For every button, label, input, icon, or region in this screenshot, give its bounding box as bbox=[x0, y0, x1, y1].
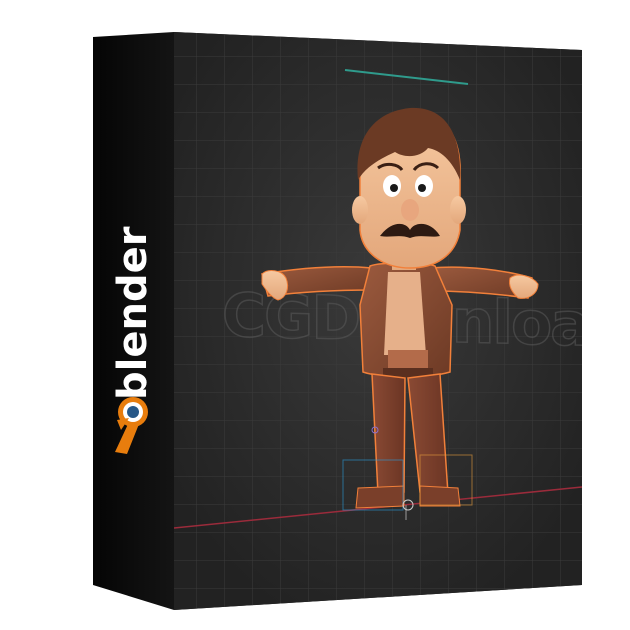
brand-name: blender bbox=[110, 226, 156, 400]
viewport-render: CGDownload bbox=[174, 32, 582, 610]
software-box-cover: CGDownload bbox=[93, 32, 582, 610]
